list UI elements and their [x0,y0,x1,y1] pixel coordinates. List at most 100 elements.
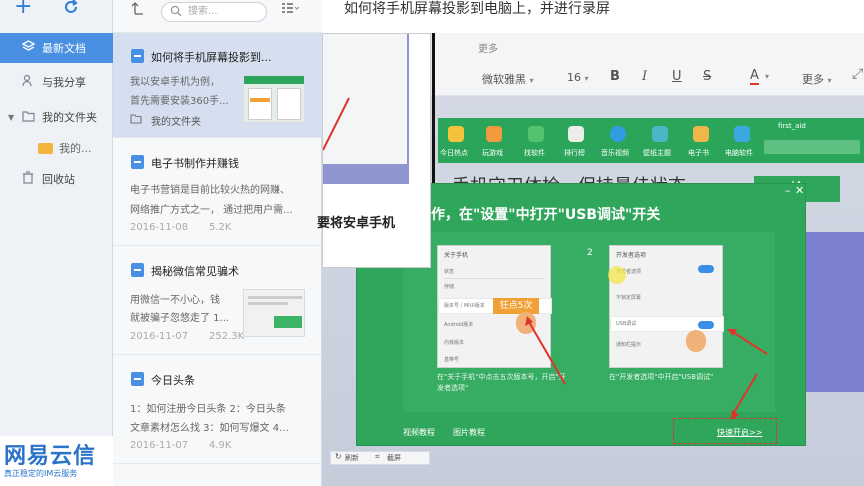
note-snippet: 电子书营销是目前比较火热的网赚、 [130,185,290,196]
brand-watermark: 网易云信 真正稳定的IM云服务 [0,436,113,486]
note-snippet: 1：如何注册今日头条 2：今日头条 [130,404,286,415]
sort-up-icon[interactable] [131,0,145,19]
sidebar-item-subfolder[interactable]: 我的... [0,133,113,163]
underline-button[interactable]: U [672,69,682,84]
note-thumbnail [243,289,305,337]
watermark-slogan: 真正稳定的IM云服务 [4,469,78,478]
font-family-value: 微软雅黑 [482,73,526,86]
pc-software-icon[interactable] [734,126,750,142]
hot-icon[interactable] [448,126,464,142]
sidebar-item-shared[interactable]: 与我分享 [0,67,113,97]
music-video-icon[interactable] [610,126,626,142]
note-item[interactable]: 如何将手机屏幕投影到... 我以安卓手机为例， 首先需要安装360手... 我的… [113,33,322,138]
sidebar-item-recent[interactable]: 最新文档 [0,33,113,63]
note-title: 电子书制作并赚钱 [151,157,239,170]
font-size-select[interactable]: 16 ▾ [567,71,589,84]
sidebar-item-trash[interactable]: 回收站 [0,164,113,194]
more-top-button[interactable]: 更多 [478,40,498,55]
list-toolbar: 搜索... [113,0,322,33]
sidebar-item-label: 与我分享 [42,76,86,89]
arrow-icon [323,97,350,151]
note-snippet: 网络推广方式之一， 通过把用户需... [130,205,293,216]
note-date: 2016-11-07 [130,440,189,451]
font-family-select[interactable]: 微软雅黑 ▾ [482,71,534,87]
layers-icon [20,40,36,56]
app-label: 今日热点 [440,149,468,157]
note-thumbnail [243,75,305,123]
note-icon [131,49,144,63]
search-icon [170,5,182,20]
note-snippet: 我以安卓手机为例， [130,77,220,88]
watermark-brand: 网易云信 [4,444,97,469]
sidebar: + 最新文档 与我分享 ▼ 我的文件夹 我的... 回收站 [0,0,113,486]
game-icon[interactable] [486,126,502,142]
share-user-icon [20,74,36,90]
app-search-box[interactable] [764,140,860,154]
note-snippet: 用微信一不小心，钱 [130,295,220,306]
expand-arrow-icon[interactable]: ▼ [8,113,20,122]
popup-text: 要将安卓手机 [317,216,396,231]
more-button[interactable]: 更多 ▾ [802,71,832,87]
capture-toolbar: ↻ 刷新 ⌗ 截屏 [330,451,430,465]
more-label: 更多 [802,73,824,86]
note-title: 如何将手机屏幕投影到... [151,51,272,64]
format-toolbar: 微软雅黑 ▾ 16 ▾ B I U S A ▾ 更多 ▾ ⤢ [434,58,864,96]
note-snippet: 首先需要安装360手... [130,96,229,107]
note-size: 5.2K [209,222,232,233]
software-icon[interactable] [528,126,544,142]
sidebar-item-label: 最新文档 [42,42,86,55]
note-size: 4.9K [209,440,232,451]
app-label: 壁纸主题 [643,149,671,157]
doc-title[interactable]: 如何将手机屏幕投影到电脑上，并进行录屏 [344,0,610,18]
app-label: 电子书 [688,149,709,157]
chevron-down-icon[interactable]: ▾ [765,72,769,81]
screenshot-button[interactable]: 截屏 [387,453,401,463]
sync-icon[interactable] [62,0,80,19]
popup-panel: 要将安卓手机 [317,33,431,268]
note-title: 今日头条 [151,374,195,387]
app-label: 音乐视频 [601,149,629,157]
app-bar-corner-label: first_aid [778,122,806,130]
note-list: 搜索... 如何将手机屏幕投影到... 我以安卓手机为例， 首先需要安装360手… [113,0,322,486]
note-item[interactable]: 今日头条 1：如何注册今日头条 2：今日头条 文章素材怎么找 3：如何写爆文 4… [113,356,322,464]
crop-icon[interactable]: ⌗ [375,452,380,462]
app-label: 电脑软件 [725,149,753,157]
add-icon[interactable]: + [14,0,32,18]
note-icon [131,155,144,169]
note-date: 2016-11-08 [130,222,189,233]
sidebar-item-label: 我的... [59,142,92,155]
font-color-button[interactable]: A [750,68,759,85]
ranking-icon[interactable] [568,126,584,142]
folder-icon [38,142,53,154]
view-mode-icon[interactable] [281,1,300,18]
note-icon [131,263,144,277]
cursor-line [432,33,435,193]
note-item[interactable]: 揭秘微信常见骗术 用微信一不小心，钱 就被骗子忽悠走了 1... 2016-11… [113,247,322,355]
sidebar-item-label: 回收站 [42,173,75,186]
refresh-button[interactable]: 刷新 [345,453,359,463]
note-date: 2016-11-07 [130,331,189,342]
refresh-icon[interactable]: ↻ [335,452,342,461]
note-item[interactable]: 电子书制作并赚钱 电子书营销是目前比较火热的网赚、 网络推广方式之一， 通过把用… [113,139,322,246]
note-snippet: 文章素材怎么找 3：如何写爆文 4... [130,423,289,434]
note-folder: 我的文件夹 [151,117,201,128]
strikethrough-button[interactable]: S [703,69,711,84]
sidebar-item-my-folders[interactable]: ▼ 我的文件夹 [0,102,113,132]
sidebar-item-label: 我的文件夹 [42,111,97,124]
editor-area: 如何将手机屏幕投影到电脑上，并进行录屏 更多 微软雅黑 ▾ 16 ▾ B I U… [317,0,864,486]
italic-button[interactable]: I [642,69,647,84]
app-label: 找软件 [524,149,545,157]
wallpaper-icon[interactable] [652,126,668,142]
note-size: 252.3K [209,331,245,342]
note-snippet: 就被骗子忽悠走了 1... [130,313,230,324]
title-bar: 如何将手机屏幕投影到电脑上，并进行录屏 [322,0,864,33]
folder-outline-icon [130,113,142,127]
collapse-icon[interactable]: ⤢ [852,66,863,82]
note-title: 揭秘微信常见骗术 [151,265,239,278]
folder-outline-icon [20,110,36,125]
bold-button[interactable]: B [610,69,620,84]
ebook-icon[interactable] [693,126,709,142]
app-label: 排行榜 [564,149,585,157]
toolbar-top: 更多 [434,33,864,58]
app-bar: first_aid 今日热点 玩游戏 找软件 排行榜 音乐视频 壁纸主题 电子书… [438,118,864,163]
